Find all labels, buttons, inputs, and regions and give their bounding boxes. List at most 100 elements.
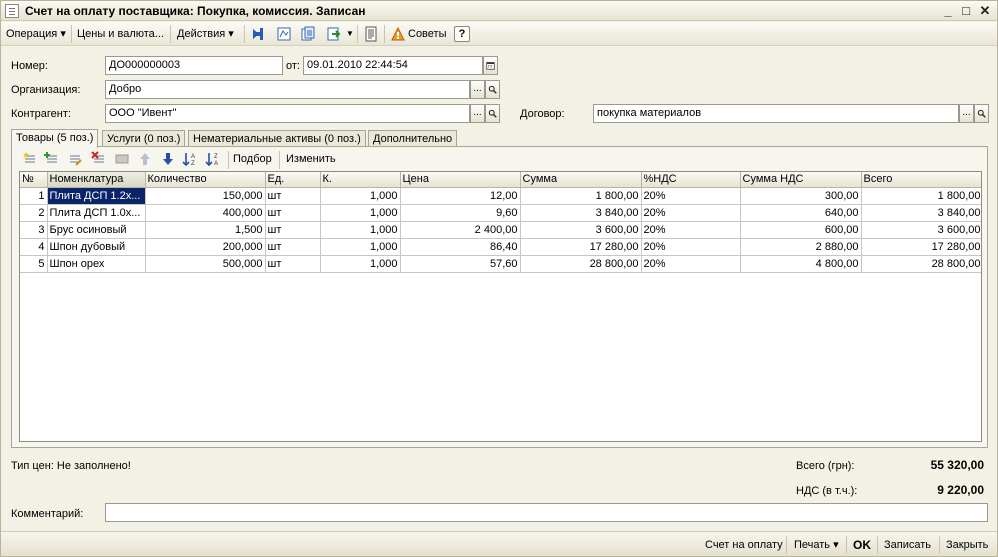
report-icon[interactable]	[363, 26, 379, 42]
column-header[interactable]: Всего	[861, 172, 981, 188]
nomenclature-cell[interactable]: Плита ДСП 1.0х...	[47, 204, 146, 222]
close-button[interactable]: Закрыть	[944, 536, 990, 554]
date-field[interactable]: 09.01.2010 22:44:54	[303, 56, 483, 75]
quantity-cell[interactable]: 1,500	[145, 221, 266, 239]
quantity-cell[interactable]: 400,000	[145, 204, 266, 222]
search-icon[interactable]	[485, 104, 500, 123]
tab-goods[interactable]: Товары (5 поз.)	[11, 129, 99, 148]
sort-ascending-icon[interactable]: AZ	[182, 151, 198, 167]
price-cell[interactable]: 57,60	[400, 255, 521, 273]
calendar-icon[interactable]	[483, 56, 498, 75]
vat-rate-cell[interactable]: 20%	[641, 255, 741, 273]
column-header[interactable]: Цена	[400, 172, 521, 188]
edit-row-icon[interactable]	[67, 151, 83, 167]
column-header[interactable]: Количество	[145, 172, 266, 188]
number-field[interactable]: ДО000000003	[105, 56, 283, 75]
operation-menu[interactable]: Операция ▾	[3, 25, 69, 43]
unit-cell[interactable]: шт	[265, 255, 321, 273]
unit-cell[interactable]: шт	[265, 238, 321, 256]
nomenclature-cell[interactable]: Брус осиновый	[47, 221, 146, 239]
total-cell[interactable]: 1 800,00	[861, 187, 981, 205]
total-cell[interactable]: 3 600,00	[861, 221, 981, 239]
quantity-cell[interactable]: 200,000	[145, 238, 266, 256]
sort-descending-icon[interactable]: ZA	[205, 151, 221, 167]
copy-row-icon[interactable]	[44, 151, 60, 167]
contract-field[interactable]: покупка материалов	[593, 104, 959, 123]
sum-cell[interactable]: 28 800,00	[520, 255, 642, 273]
quantity-cell[interactable]: 150,000	[145, 187, 266, 205]
price-type-label[interactable]: Тип цен: Не заполнено!	[11, 460, 131, 472]
column-header[interactable]: Сумма НДС	[740, 172, 862, 188]
vat-sum-cell[interactable]: 600,00	[740, 221, 862, 239]
end-edit-icon[interactable]	[114, 151, 130, 167]
search-icon[interactable]	[974, 104, 989, 123]
price-cell[interactable]: 2 400,00	[400, 221, 521, 239]
prices-currency-button[interactable]: Цены и валюта...	[74, 25, 167, 43]
column-header[interactable]: %НДС	[641, 172, 741, 188]
quantity-cell[interactable]: 500,000	[145, 255, 266, 273]
delete-row-icon[interactable]	[91, 151, 107, 167]
vat-sum-cell[interactable]: 300,00	[740, 187, 862, 205]
table-row[interactable]: 5 Шпон орех 500,000 шт 1,000 57,60 28 80…	[20, 255, 981, 273]
unit-cell[interactable]: шт	[265, 187, 321, 205]
nomenclature-cell[interactable]: Плита ДСП 1.2х...	[47, 187, 146, 205]
coefficient-cell[interactable]: 1,000	[320, 204, 401, 222]
contractor-field[interactable]: ООО "Ивент"	[105, 104, 470, 123]
total-cell[interactable]: 17 280,00	[861, 238, 981, 256]
nomenclature-cell[interactable]: Шпон дубовый	[47, 238, 146, 256]
organization-select-button[interactable]: ...	[470, 80, 485, 99]
sum-cell[interactable]: 3 600,00	[520, 221, 642, 239]
change-button[interactable]: Изменить	[286, 153, 336, 165]
maximize-button[interactable]: □	[957, 3, 975, 19]
total-cell[interactable]: 3 840,00	[861, 204, 981, 222]
vat-rate-cell[interactable]: 20%	[641, 238, 741, 256]
contract-select-button[interactable]: ...	[959, 104, 974, 123]
tips-button[interactable]: Советы	[405, 25, 449, 43]
coefficient-cell[interactable]: 1,000	[320, 238, 401, 256]
table-row[interactable]: 4 Шпон дубовый 200,000 шт 1,000 86,40 17…	[20, 238, 981, 256]
print-menu-button[interactable]: Печать ▾	[792, 536, 841, 554]
invoice-button[interactable]: Счет на оплату	[703, 536, 785, 554]
chevron-down-icon[interactable]: ▼	[343, 25, 357, 43]
coefficient-cell[interactable]: 1,000	[320, 187, 401, 205]
unit-cell[interactable]: шт	[265, 204, 321, 222]
column-header[interactable]: К.	[320, 172, 401, 188]
sum-cell[interactable]: 1 800,00	[520, 187, 642, 205]
column-header[interactable]: Ед.	[265, 172, 321, 188]
vat-rate-cell[interactable]: 20%	[641, 221, 741, 239]
close-window-button[interactable]: ✕	[976, 3, 994, 19]
vat-rate-cell[interactable]: 20%	[641, 204, 741, 222]
actions-menu[interactable]: Действия ▾	[174, 25, 237, 43]
tips-icon[interactable]	[390, 26, 406, 42]
unit-cell[interactable]: шт	[265, 221, 321, 239]
minimize-button[interactable]: _	[939, 3, 957, 19]
structure-icon[interactable]	[276, 26, 292, 42]
column-header[interactable]: №	[20, 172, 48, 188]
sum-cell[interactable]: 3 840,00	[520, 204, 642, 222]
save-button[interactable]: Записать	[882, 536, 933, 554]
ok-button[interactable]: OK	[851, 536, 873, 554]
vat-sum-cell[interactable]: 640,00	[740, 204, 862, 222]
table-row[interactable]: 2 Плита ДСП 1.0х... 400,000 шт 1,000 9,6…	[20, 204, 981, 222]
organization-field[interactable]: Добро	[105, 80, 470, 99]
price-cell[interactable]: 12,00	[400, 187, 521, 205]
total-cell[interactable]: 28 800,00	[861, 255, 981, 273]
help-button[interactable]: ?	[454, 26, 470, 42]
vat-rate-cell[interactable]: 20%	[641, 187, 741, 205]
pick-button[interactable]: Подбор	[233, 153, 272, 165]
coefficient-cell[interactable]: 1,000	[320, 255, 401, 273]
documents-icon[interactable]	[300, 26, 316, 42]
contractor-select-button[interactable]: ...	[470, 104, 485, 123]
comment-field[interactable]	[105, 503, 988, 522]
coefficient-cell[interactable]: 1,000	[320, 221, 401, 239]
move-up-icon[interactable]	[137, 151, 153, 167]
price-cell[interactable]: 86,40	[400, 238, 521, 256]
vat-sum-cell[interactable]: 2 880,00	[740, 238, 862, 256]
search-icon[interactable]	[485, 80, 500, 99]
table-row[interactable]: 1 Плита ДСП 1.2х... 150,000 шт 1,000 12,…	[20, 187, 981, 205]
back-arrow-icon[interactable]	[250, 26, 266, 42]
column-header[interactable]: Сумма	[520, 172, 642, 188]
sum-cell[interactable]: 17 280,00	[520, 238, 642, 256]
create-based-on-icon[interactable]	[326, 26, 342, 42]
add-row-icon[interactable]	[22, 151, 38, 167]
